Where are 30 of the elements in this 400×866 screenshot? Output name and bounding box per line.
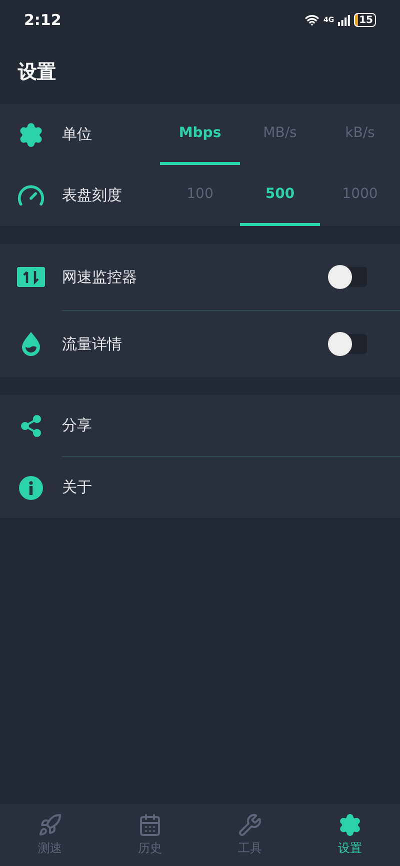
nav-tab[interactable]: 测速	[0, 804, 100, 866]
calendar-icon	[138, 813, 162, 837]
setting-label: 单位	[62, 125, 93, 144]
page-title: 设置	[18, 60, 56, 85]
nav-tab[interactable]: 工具	[200, 804, 300, 866]
status-time: 2:12	[24, 11, 62, 29]
segment-option[interactable]: MB/s	[240, 104, 320, 165]
wrench-icon	[238, 813, 262, 837]
nav-tab[interactable]: 设置	[300, 804, 400, 866]
setting-label: 流量详情	[62, 334, 123, 354]
rocket-icon	[38, 813, 62, 837]
drop-icon	[20, 331, 42, 357]
segment-option[interactable]: 1000	[320, 165, 400, 226]
segment-option[interactable]: Mbps	[160, 104, 240, 165]
segment-option[interactable]: 500	[240, 165, 320, 226]
setting-label[interactable]: 关于	[62, 478, 400, 497]
setting-label: 网速监控器	[62, 268, 138, 286]
up-down-arrows-icon	[17, 267, 45, 287]
setting-label: 表盘刻度	[62, 186, 123, 205]
signal-icon	[338, 14, 350, 26]
battery-level: 15	[358, 14, 373, 26]
nav-tab[interactable]: 历史	[100, 804, 200, 866]
segment-option[interactable]: 100	[160, 165, 240, 226]
wifi-icon	[305, 13, 320, 27]
toggle-switch[interactable]	[328, 265, 370, 289]
segment-option[interactable]: kB/s	[320, 104, 400, 165]
toggle-switch[interactable]	[328, 332, 370, 356]
share-icon	[19, 414, 43, 438]
info-icon	[19, 476, 43, 500]
setting-label[interactable]: 分享	[62, 416, 400, 435]
